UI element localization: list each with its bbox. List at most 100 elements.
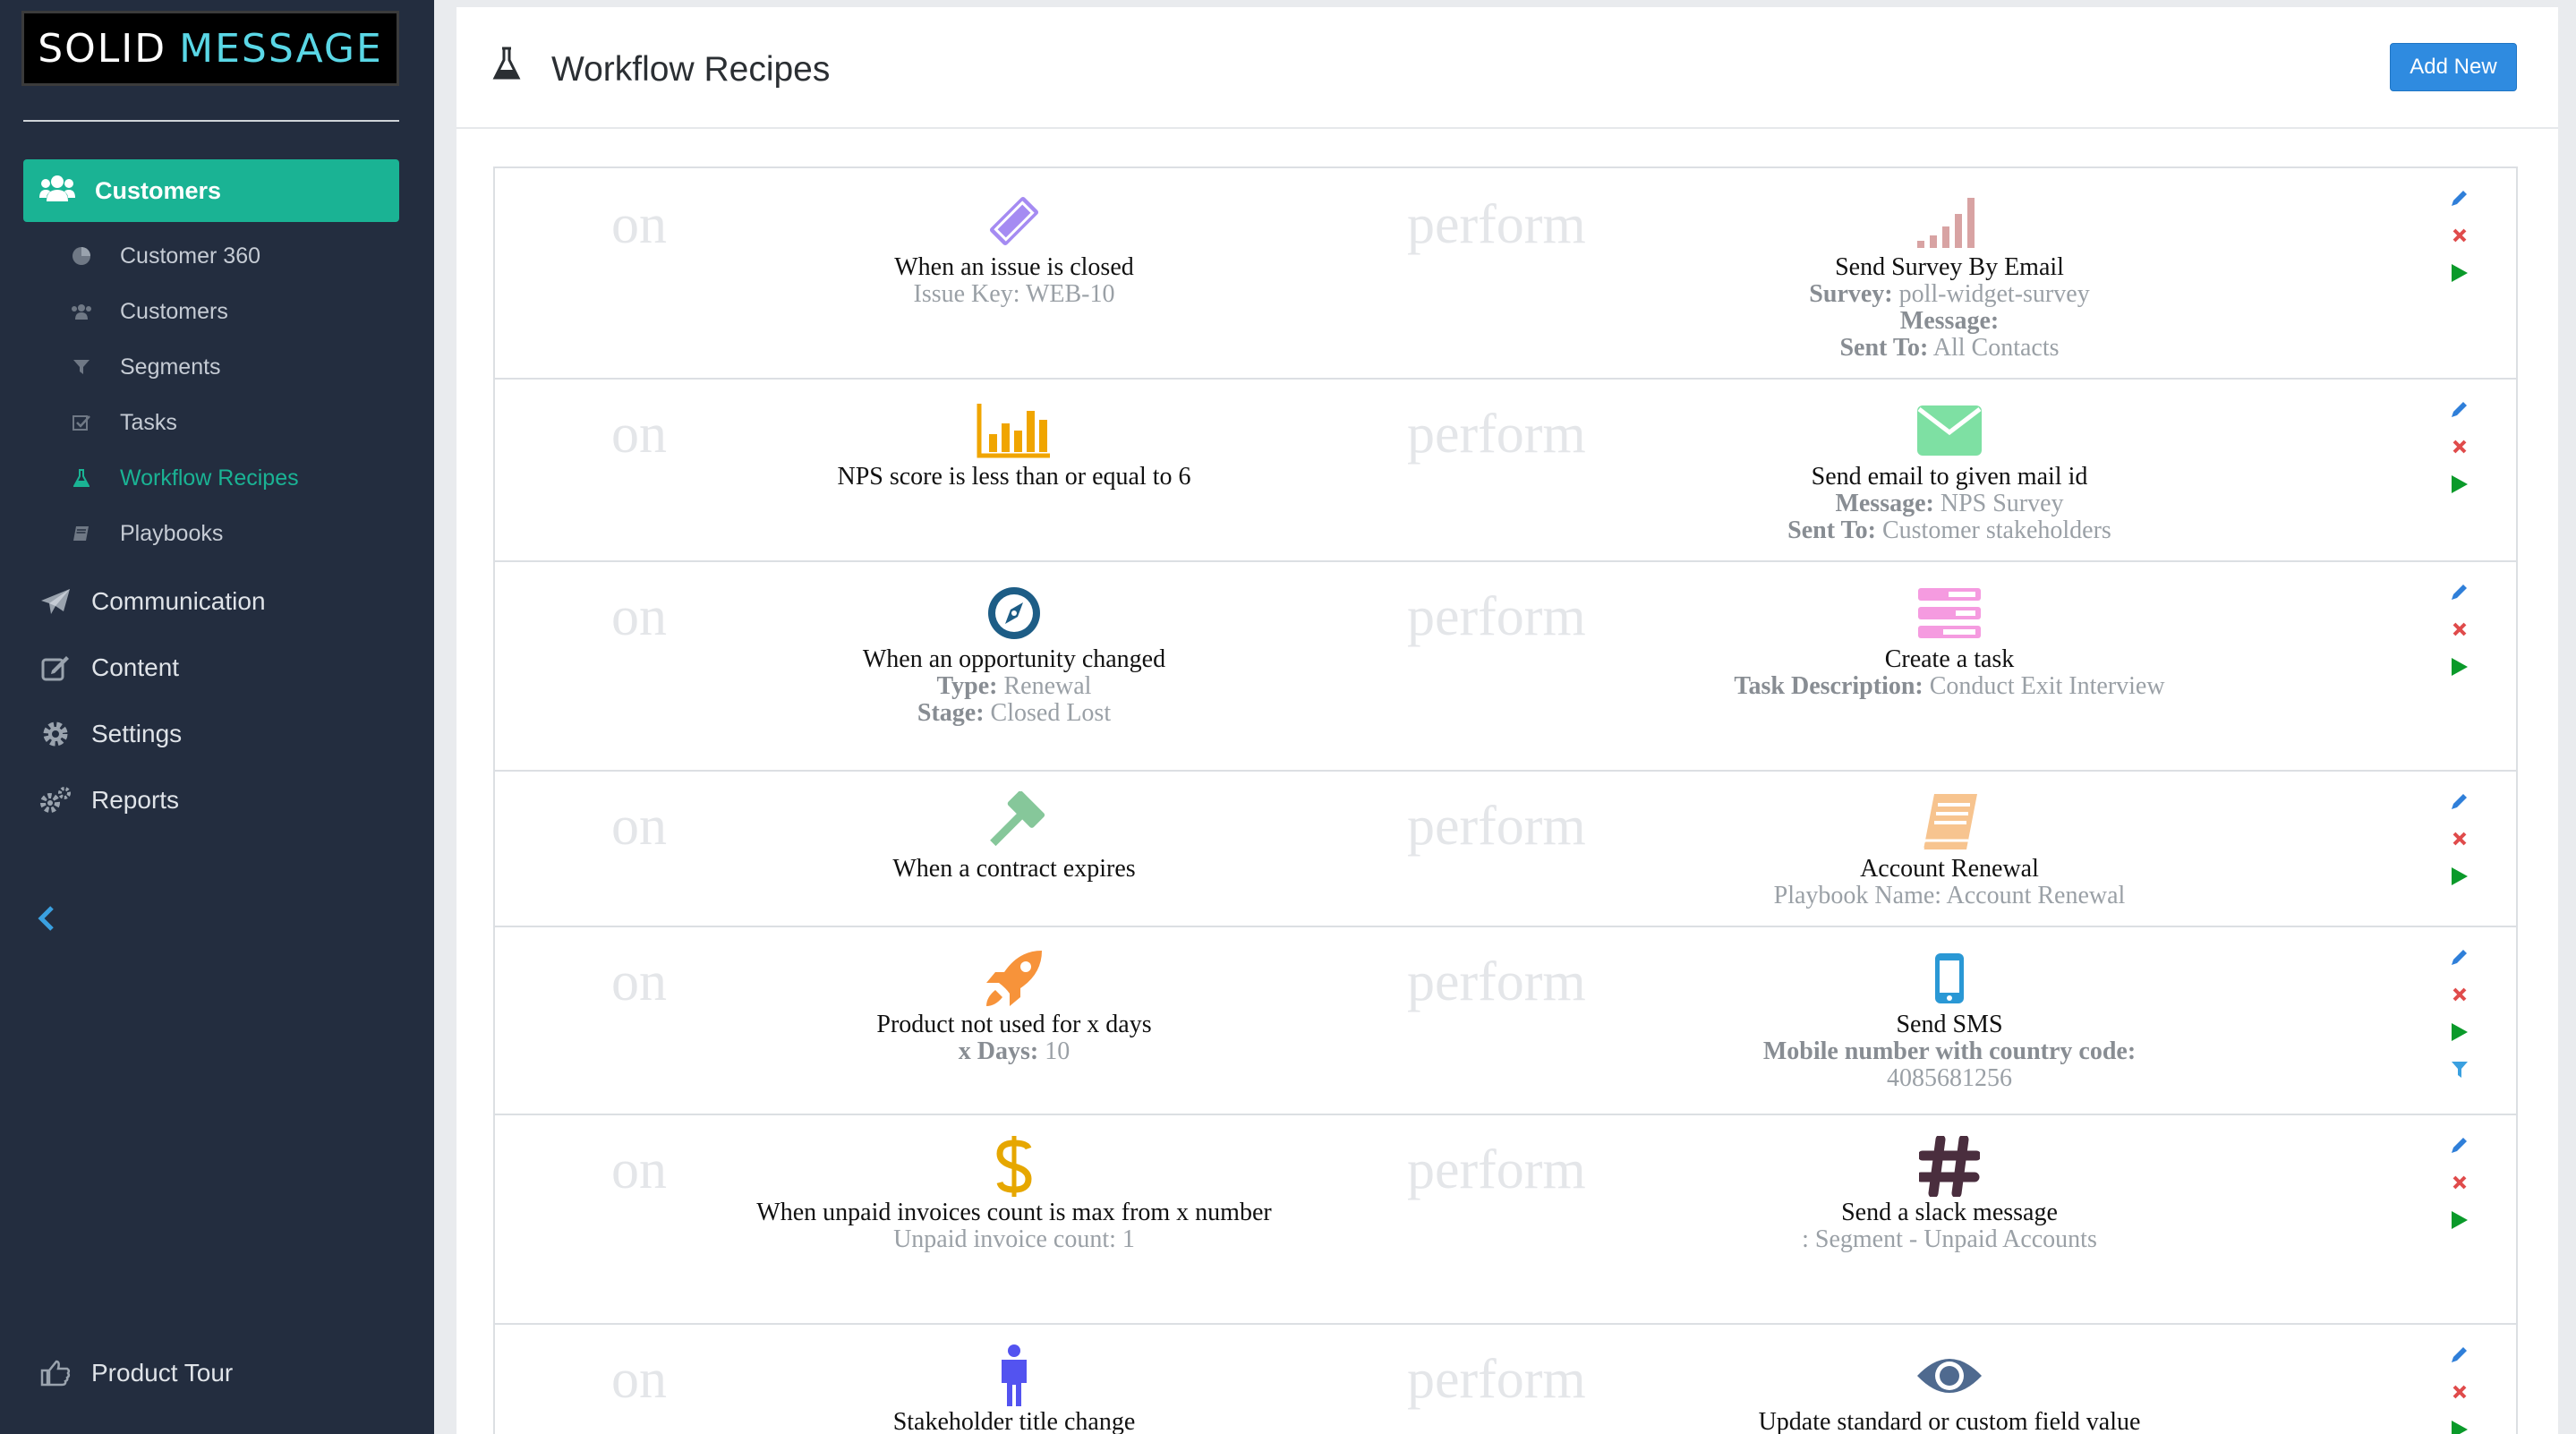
recipe-actions (2444, 1337, 2475, 1434)
action-title: Update standard or custom field value (1758, 1408, 2141, 1434)
page-header: Workflow Recipes Add New (456, 7, 2558, 129)
delete-button[interactable] (2444, 1165, 2475, 1203)
action-detail: Message: NPS Survey (1835, 490, 2064, 517)
run-button[interactable] (2444, 859, 2475, 897)
close-icon (2452, 227, 2468, 248)
paper-plane-icon (38, 588, 73, 615)
close-icon (2452, 1174, 2468, 1195)
sidebar-divider (23, 120, 399, 122)
person-icon (746, 1343, 1283, 1409)
on-label: on (611, 1349, 667, 1410)
run-button[interactable] (2444, 256, 2475, 294)
play-icon (2450, 866, 2469, 892)
recipe-actions (2444, 1128, 2475, 1241)
action-detail: Survey: poll-widget-survey (1809, 280, 2090, 308)
on-label: on (611, 194, 667, 255)
edit-button[interactable] (2444, 392, 2475, 430)
delete-button[interactable] (2444, 977, 2475, 1015)
delete-button[interactable] (2444, 822, 2475, 859)
run-button[interactable] (2444, 650, 2475, 687)
recipe-action: Send Survey By Email Survey: poll-widget… (1636, 188, 2263, 362)
delete-button[interactable] (2444, 218, 2475, 256)
delete-button[interactable] (2444, 1375, 2475, 1413)
recipe-card: on When unpaid invoices count is max fro… (493, 1114, 2518, 1323)
sidebar-item-customer-360[interactable]: Customer 360 (0, 231, 434, 281)
perform-label: perform (1407, 404, 1586, 465)
delete-button[interactable] (2444, 612, 2475, 650)
trigger-detail: Type: Renewal (936, 672, 1092, 700)
run-button[interactable] (2444, 1413, 2475, 1434)
book-icon (1636, 790, 2263, 856)
trigger-detail: Issue Key: WEB-10 (913, 280, 1115, 308)
perform-label: perform (1407, 194, 1586, 255)
recipe-trigger: Stakeholder title change (746, 1343, 1283, 1434)
play-icon (2450, 656, 2469, 682)
sidebar-item-communication[interactable]: Communication (0, 575, 434, 628)
pencil-icon (2450, 582, 2469, 606)
close-icon (2452, 439, 2468, 459)
recipe-actions (2444, 181, 2475, 294)
gears-icon (38, 785, 73, 815)
edit-button[interactable] (2444, 181, 2475, 218)
recipe-actions (2444, 940, 2475, 1090)
pencil-icon (2450, 1135, 2469, 1159)
flask-icon (70, 469, 93, 487)
on-label: on (611, 586, 667, 647)
filter-button[interactable] (2444, 1053, 2475, 1090)
play-icon (2450, 1021, 2469, 1047)
action-detail: Sent To: Customer stakeholders (1787, 516, 2111, 544)
edit-button[interactable] (2444, 784, 2475, 822)
pie-chart-icon (70, 246, 93, 266)
action-title: Send Survey By Email (1835, 253, 2064, 281)
edit-button[interactable] (2444, 1128, 2475, 1165)
edit-button[interactable] (2444, 1337, 2475, 1375)
app-logo[interactable]: SOLID MESSAGE (21, 11, 399, 86)
sidebar-item-workflow-recipes[interactable]: Workflow Recipes (0, 453, 434, 503)
action-detail: Sent To: All Contacts (1839, 334, 2060, 362)
page-title: Workflow Recipes (551, 50, 831, 89)
collapse-sidebar-button[interactable] (36, 904, 63, 940)
edit-button[interactable] (2444, 575, 2475, 612)
run-button[interactable] (2444, 467, 2475, 505)
run-button[interactable] (2444, 1015, 2475, 1053)
perform-label: perform (1407, 796, 1586, 857)
sidebar-item-content[interactable]: Content (0, 641, 434, 695)
trigger-detail: Unpaid invoice count: 1 (893, 1225, 1135, 1253)
recipe-trigger: When unpaid invoices count is max from x… (746, 1133, 1283, 1253)
run-button[interactable] (2444, 1203, 2475, 1241)
action-detail: 4085681256 (1887, 1064, 2012, 1092)
action-title: Account Renewal (1860, 855, 2039, 883)
eye-icon (1636, 1343, 2263, 1409)
sidebar-item-settings[interactable]: Settings (0, 707, 434, 761)
recipe-card: on Product not used for x days x Days: 1… (493, 926, 2518, 1114)
play-icon (2450, 1419, 2469, 1434)
play-icon (2450, 1209, 2469, 1235)
checkbox-icon (70, 414, 93, 431)
product-tour-label: Product Tour (91, 1359, 234, 1387)
sidebar-item-reports[interactable]: Reports (0, 773, 434, 827)
trigger-title: When a contract expires (892, 855, 1136, 883)
logo-word-solid: SOLID (38, 25, 167, 72)
sidebar-item-playbooks[interactable]: Playbooks (0, 508, 434, 559)
close-icon (2452, 1384, 2468, 1404)
sidebar-item-customers-section[interactable]: Customers (23, 159, 399, 222)
users-icon (70, 303, 93, 320)
action-title: Send a slack message (1841, 1199, 2058, 1226)
sidebar-item-tasks[interactable]: Tasks (0, 397, 434, 448)
on-label: on (611, 404, 667, 465)
sidebar-item-segments[interactable]: Segments (0, 342, 434, 392)
bar-chart-icon (746, 397, 1283, 464)
delete-button[interactable] (2444, 430, 2475, 467)
action-detail: Mobile number with country code: (1762, 1037, 2137, 1065)
sidebar-item-customers[interactable]: Customers (0, 286, 434, 337)
users-icon (39, 175, 79, 208)
action-detail: Task Description: Conduct Exit Interview (1734, 672, 2165, 700)
action-title: Create a task (1884, 645, 2015, 673)
recipe-action: Send SMS Mobile number with country code… (1636, 945, 2263, 1092)
filter-icon (70, 358, 93, 376)
product-tour-link[interactable]: Product Tour (0, 1346, 434, 1400)
play-icon (2450, 474, 2469, 499)
edit-button[interactable] (2444, 940, 2475, 977)
close-icon (2452, 621, 2468, 642)
add-new-button[interactable]: Add New (2390, 43, 2517, 91)
